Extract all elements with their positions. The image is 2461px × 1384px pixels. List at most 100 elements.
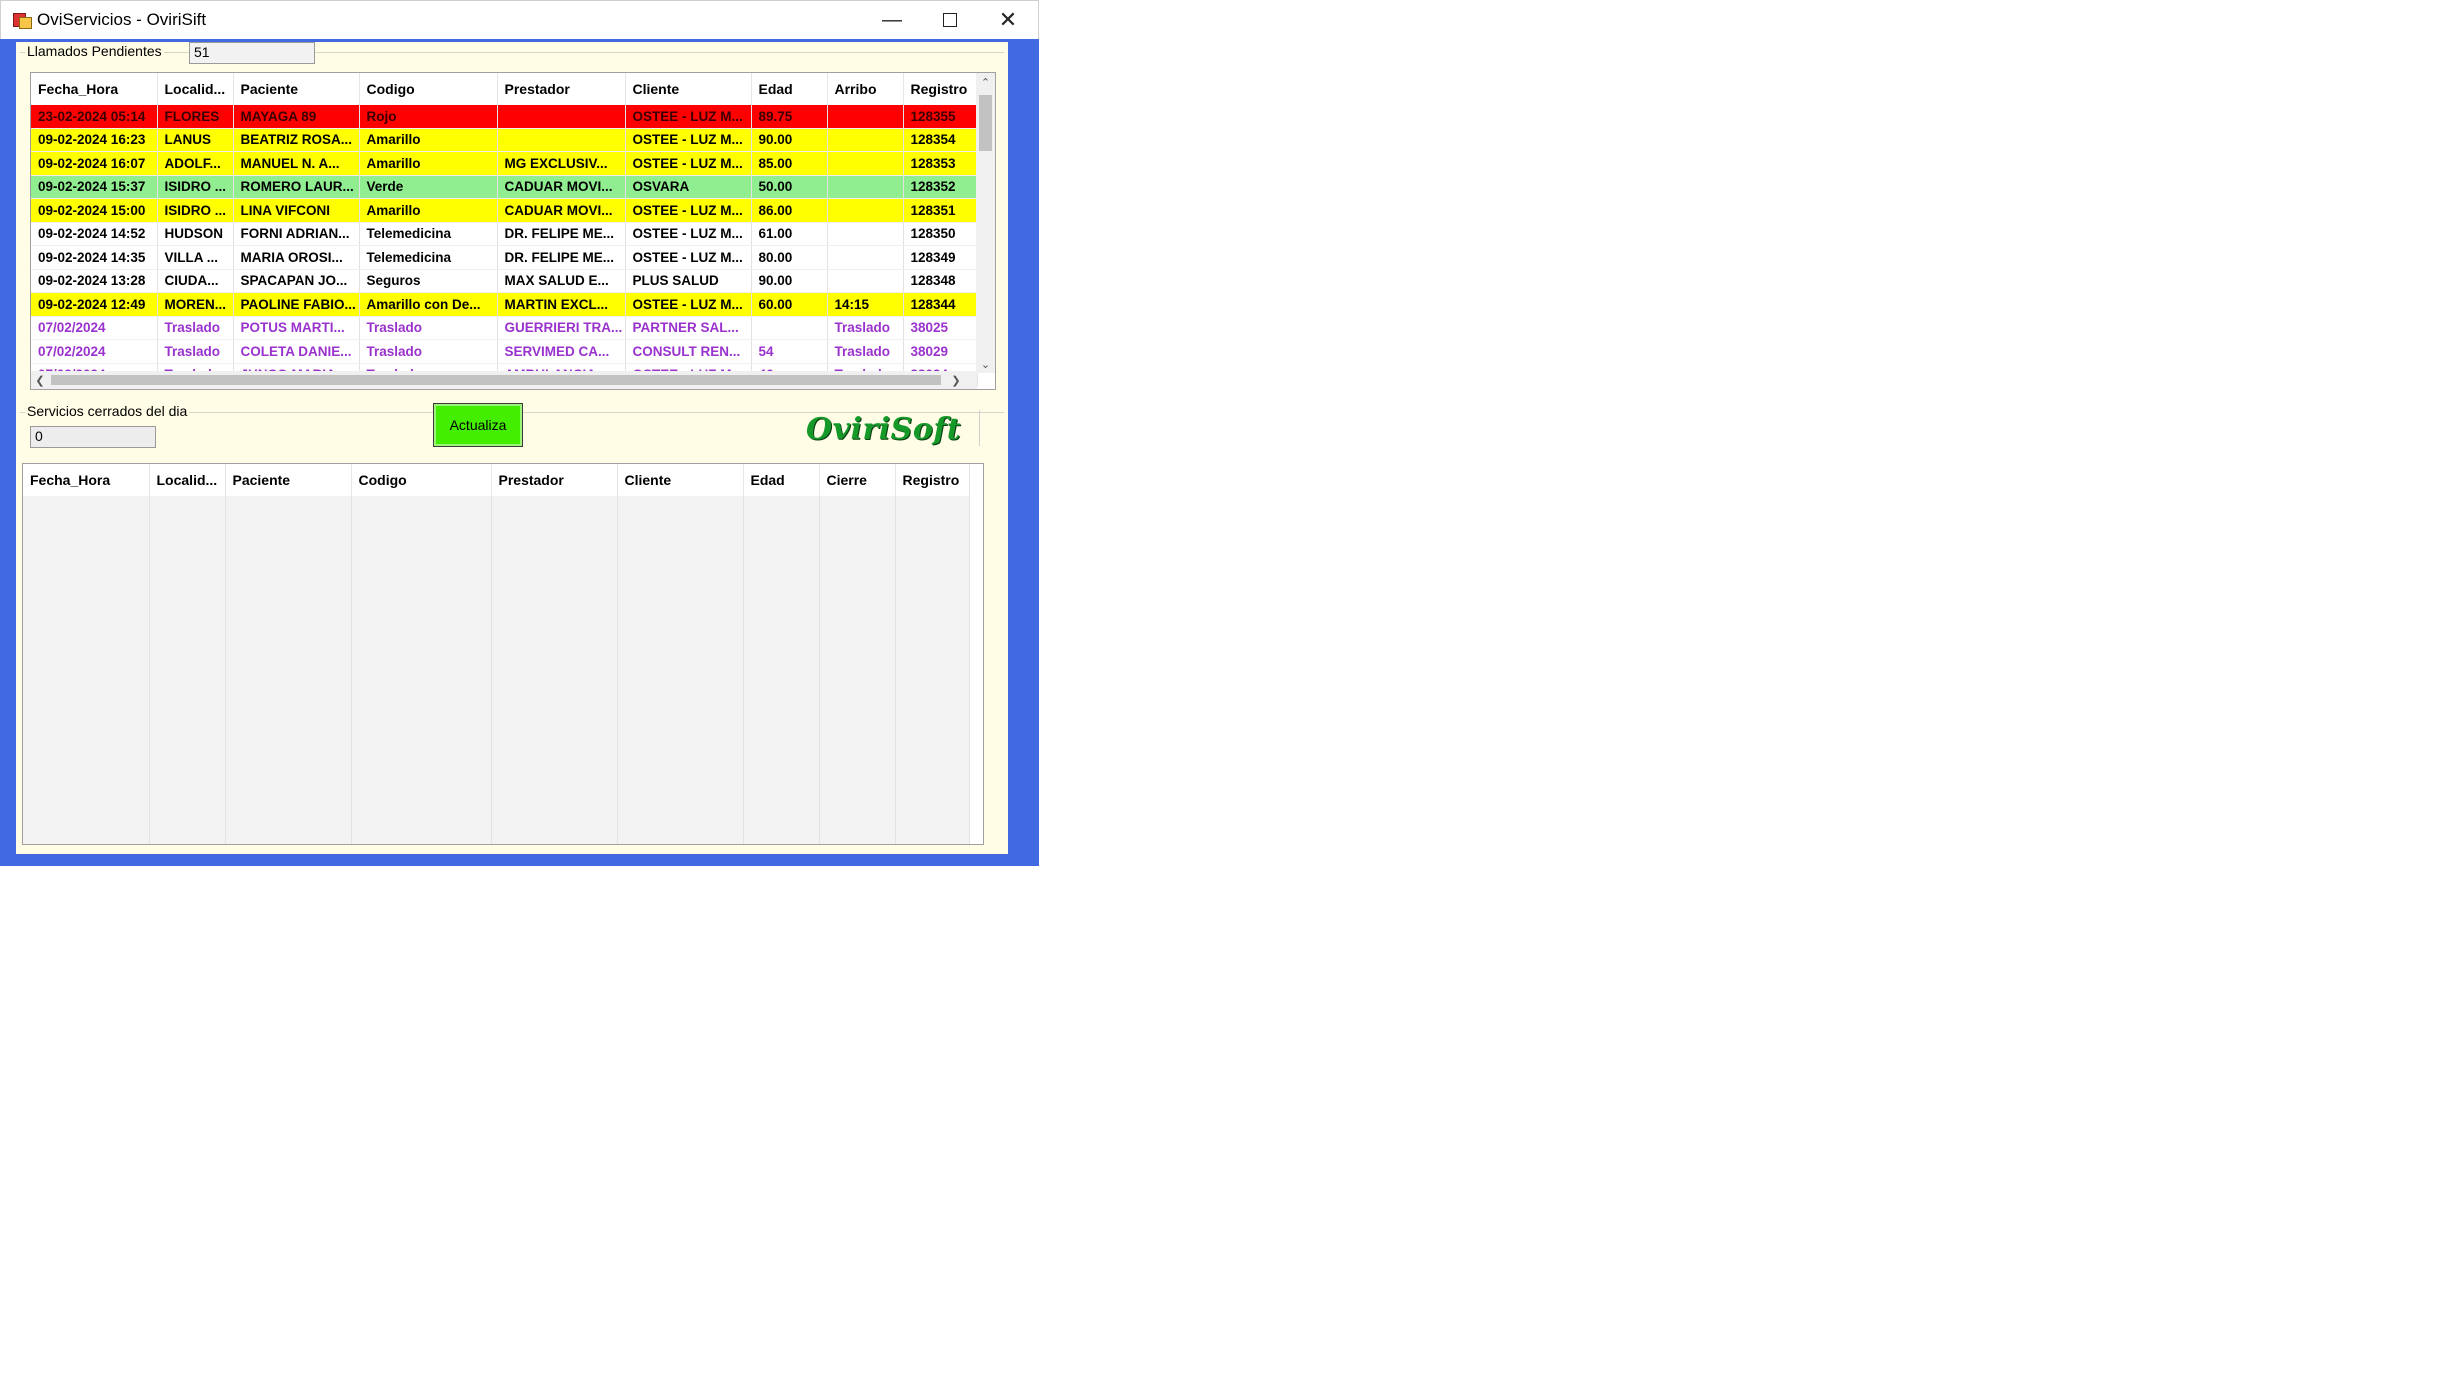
table-row[interactable]: 07/02/2024 Traslado COLETA DANIE... Traslad… [31, 339, 978, 364]
table-row[interactable]: 09-02-2024 14:35 VILLA ... MARIA OROSI... T… [31, 245, 978, 270]
table-cell[interactable]: PAOLINE FABIO... [233, 292, 360, 317]
table-cell[interactable]: 09-02-2024 16:23 [31, 128, 158, 152]
table-cell[interactable]: 09-02-2024 13:28 [31, 269, 158, 293]
column-header[interactable]: Prestador [497, 73, 626, 105]
table-cell[interactable]: 07/02/2024 [31, 316, 158, 340]
table-cell[interactable] [827, 222, 904, 246]
scroll-down-icon[interactable]: ⌄ [976, 355, 995, 373]
column-header[interactable]: Edad [743, 464, 820, 496]
table-cell[interactable]: CONSULT REN... [625, 339, 752, 364]
pending-grid[interactable]: Fecha_Hora Localid... Paciente Codigo Presta… [30, 72, 996, 390]
column-header[interactable]: Fecha_Hora [31, 73, 158, 105]
column-header[interactable]: Paciente [225, 464, 352, 496]
table-cell[interactable]: 09-02-2024 12:49 [31, 292, 158, 317]
table-cell[interactable]: FORNI ADRIAN... [233, 222, 360, 246]
scroll-left-icon[interactable]: ❮ [31, 371, 49, 389]
table-cell[interactable]: OSTEE - LUZ M... [625, 245, 752, 270]
table-cell[interactable]: OSTEE - LUZ M... [625, 151, 752, 176]
column-header[interactable]: Cliente [625, 73, 752, 105]
table-cell[interactable]: COLETA DANIE... [233, 339, 360, 364]
table-cell[interactable]: HUDSON [157, 222, 234, 246]
table-cell[interactable]: PLUS SALUD [625, 269, 752, 293]
table-row[interactable]: 09-02-2024 14:52 HUDSON FORNI ADRIAN... Tel… [31, 222, 978, 246]
table-cell[interactable]: 128351 [903, 198, 978, 223]
table-cell[interactable]: CADUAR MOVI... [497, 198, 626, 223]
table-cell[interactable]: 128353 [903, 151, 978, 176]
table-cell[interactable] [497, 128, 626, 152]
table-row[interactable]: 09-02-2024 16:07 ADOLF... MANUEL N. A... Am… [31, 151, 978, 176]
table-cell[interactable]: VILLA ... [157, 245, 234, 270]
column-header[interactable]: Prestador [491, 464, 618, 496]
table-cell[interactable]: 23-02-2024 05:14 [31, 105, 158, 129]
table-cell[interactable]: 128352 [903, 175, 978, 199]
table-row[interactable]: 09-02-2024 12:49 MOREN... PAOLINE FABIO...… [31, 292, 978, 317]
table-cell[interactable]: Traslado [827, 339, 904, 364]
table-cell[interactable]: 90.00 [751, 269, 828, 293]
table-row[interactable]: 09-02-2024 15:00 ISIDRO ... LINA VIFCONI Am… [31, 198, 978, 223]
table-cell[interactable]: MARTIN EXCL... [497, 292, 626, 317]
table-cell[interactable]: MOREN... [157, 292, 234, 317]
scroll-thumb[interactable] [51, 375, 941, 385]
closed-grid[interactable]: Fecha_Hora Localid... Paciente Codigo Presta… [22, 463, 984, 845]
table-cell[interactable]: 38029 [903, 339, 978, 364]
table-cell[interactable]: GUERRIERI TRA... [497, 316, 626, 340]
table-cell[interactable]: Rojo [359, 105, 498, 129]
table-cell[interactable]: 80.00 [751, 245, 828, 270]
table-row[interactable]: 09-02-2024 13:28 CIUDA... SPACAPAN JO... Se… [31, 269, 978, 293]
table-row[interactable]: 07/02/2024 Traslado POTUS MARTI... Traslado… [31, 316, 978, 340]
pending-count-field[interactable]: 51 [189, 42, 315, 64]
table-cell[interactable]: 128354 [903, 128, 978, 152]
table-row[interactable]: 09-02-2024 15:37 ISIDRO ... ROMERO LAUR...… [31, 175, 978, 199]
table-cell[interactable]: Traslado [157, 316, 234, 340]
table-cell[interactable]: 09-02-2024 16:07 [31, 151, 158, 176]
table-cell[interactable]: Verde [359, 175, 498, 199]
column-header[interactable]: Cierre [819, 464, 896, 496]
table-cell[interactable]: 09-02-2024 15:00 [31, 198, 158, 223]
table-cell[interactable] [827, 245, 904, 270]
table-cell[interactable]: 128355 [903, 105, 978, 129]
closed-count-field[interactable]: 0 [30, 426, 156, 448]
table-cell[interactable]: OSTEE - LUZ M... [625, 105, 752, 129]
minimize-button[interactable]: — [863, 1, 921, 39]
column-header[interactable]: Codigo [359, 73, 498, 105]
table-cell[interactable]: 86.00 [751, 198, 828, 223]
table-cell[interactable]: 60.00 [751, 292, 828, 317]
table-cell[interactable] [827, 175, 904, 199]
table-cell[interactable] [827, 269, 904, 293]
table-cell[interactable]: OSTEE - LUZ M... [625, 128, 752, 152]
column-header[interactable]: Registro [903, 73, 978, 105]
table-cell[interactable] [827, 105, 904, 129]
table-cell[interactable]: 09-02-2024 14:52 [31, 222, 158, 246]
column-header[interactable]: Codigo [351, 464, 492, 496]
table-cell[interactable]: 90.00 [751, 128, 828, 152]
table-cell[interactable]: Amarillo con De... [359, 292, 498, 317]
table-cell[interactable] [497, 105, 626, 129]
table-cell[interactable]: ISIDRO ... [157, 175, 234, 199]
table-cell[interactable]: 14:15 [827, 292, 904, 317]
table-cell[interactable]: 09-02-2024 14:35 [31, 245, 158, 270]
table-cell[interactable] [827, 151, 904, 176]
table-cell[interactable]: OSTEE - LUZ M... [625, 198, 752, 223]
table-cell[interactable]: MAYAGA 89 [233, 105, 360, 129]
table-cell[interactable]: Traslado [827, 316, 904, 340]
table-cell[interactable]: Telemedicina [359, 245, 498, 270]
table-cell[interactable]: 38025 [903, 316, 978, 340]
table-cell[interactable]: MARIA OROSI... [233, 245, 360, 270]
table-cell[interactable]: DR. FELIPE ME... [497, 222, 626, 246]
column-header[interactable]: Paciente [233, 73, 360, 105]
table-cell[interactable]: ISIDRO ... [157, 198, 234, 223]
table-cell[interactable]: Amarillo [359, 128, 498, 152]
table-cell[interactable]: OSTEE - LUZ M... [625, 292, 752, 317]
column-header[interactable]: Arribo [827, 73, 904, 105]
table-cell[interactable] [751, 316, 828, 340]
table-cell[interactable]: 50.00 [751, 175, 828, 199]
table-cell[interactable]: LINA VIFCONI [233, 198, 360, 223]
table-cell[interactable] [827, 198, 904, 223]
column-header[interactable]: Localid... [157, 73, 234, 105]
table-cell[interactable]: MAX SALUD E... [497, 269, 626, 293]
table-cell[interactable]: Seguros [359, 269, 498, 293]
table-cell[interactable]: MG EXCLUSIV... [497, 151, 626, 176]
table-cell[interactable]: PARTNER SAL... [625, 316, 752, 340]
column-header[interactable]: Registro [895, 464, 970, 496]
table-row[interactable]: 23-02-2024 05:14 FLORES MAYAGA 89 Rojo OSTEE… [31, 105, 978, 129]
